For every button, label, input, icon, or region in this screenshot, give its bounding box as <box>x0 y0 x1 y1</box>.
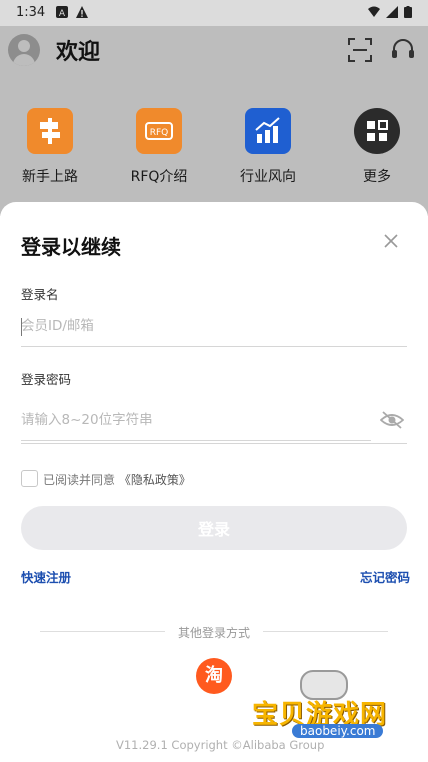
avatar[interactable] <box>8 34 40 66</box>
battery-icon <box>404 6 412 18</box>
quick-link-beginner[interactable]: 新手上路 <box>10 108 90 186</box>
username-input[interactable] <box>21 306 407 347</box>
quick-link-industry-trends[interactable]: 行业风向 <box>228 108 308 186</box>
warning-icon <box>76 6 88 18</box>
trend-chart-icon <box>245 108 291 154</box>
login-button[interactable]: 登录 <box>21 506 407 550</box>
watermark-domain: baobeiy.com <box>292 724 384 738</box>
quick-link-label: RFQ介绍 <box>130 169 188 185</box>
password-underline <box>21 443 407 444</box>
password-input[interactable] <box>21 400 371 441</box>
grid-more-icon <box>354 108 400 154</box>
signpost-icon <box>27 108 73 154</box>
status-bar: 1:34 A <box>0 0 428 26</box>
agree-text: 已阅读并同意 《隐私政策》 <box>43 473 191 487</box>
quick-link-label: 更多 <box>363 169 391 185</box>
username-label: 登录名 <box>21 287 59 302</box>
text-cursor <box>21 318 22 336</box>
forgot-password-link[interactable]: 忘记密码 <box>360 567 410 586</box>
other-login-methods-label: 其他登录方式 <box>177 626 250 640</box>
quick-register-link[interactable]: 快速注册 <box>21 567 71 586</box>
login-title: 登录以继续 <box>21 235 121 259</box>
scan-icon[interactable] <box>347 37 373 63</box>
watermark-logo: 宝贝游戏网 baobeiy.com <box>248 664 398 754</box>
privacy-policy-link[interactable]: 《隐私政策》 <box>119 473 191 487</box>
customer-service-headset-icon[interactable] <box>390 37 416 63</box>
welcome-title: 欢迎 <box>56 40 101 65</box>
quick-link-label: 行业风向 <box>240 169 296 185</box>
svg-text:A: A <box>59 9 66 18</box>
taobao-login-icon[interactable]: 淘 <box>196 658 232 694</box>
svg-text:RFQ: RFQ <box>150 128 169 138</box>
rfq-icon: RFQ <box>136 108 182 154</box>
agree-checkbox[interactable] <box>21 470 38 487</box>
hide-password-eye-icon[interactable] <box>380 410 404 430</box>
quick-link-rfq[interactable]: RFQ RFQ介绍 <box>119 108 199 186</box>
close-icon[interactable] <box>380 230 402 252</box>
notification-a-icon: A <box>56 6 68 18</box>
signal-icon <box>386 6 398 18</box>
wifi-icon <box>368 6 380 17</box>
status-time: 1:34 <box>16 5 46 20</box>
password-label: 登录密码 <box>21 372 72 387</box>
quick-link-label: 新手上路 <box>22 169 78 185</box>
quick-link-more[interactable]: 更多 <box>337 108 417 186</box>
